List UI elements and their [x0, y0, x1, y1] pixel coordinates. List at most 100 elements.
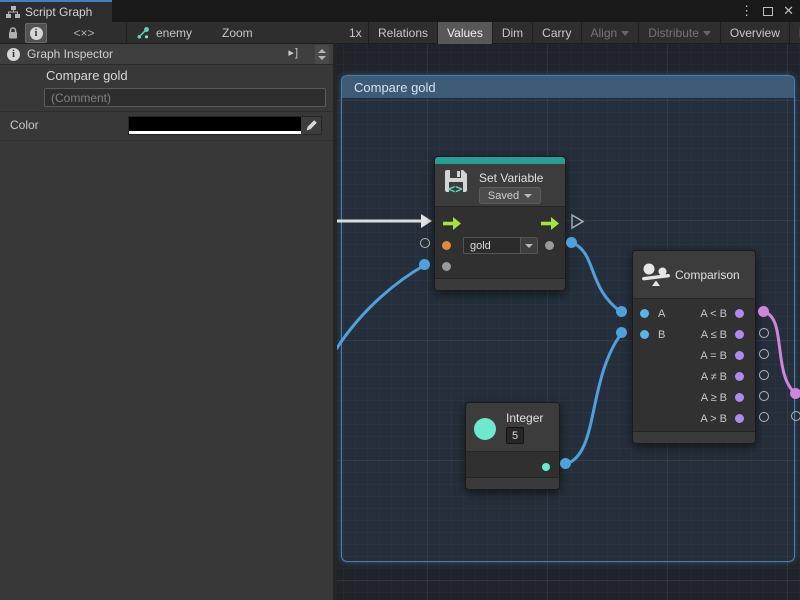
- wire-endpoint[interactable]: [560, 458, 571, 469]
- color-swatch[interactable]: [129, 117, 301, 134]
- input-b-port[interactable]: [640, 330, 649, 339]
- graph-inspector-panel: Graph Inspector ▸] Compare gold Color: [0, 44, 333, 600]
- output-a-eq-b-port[interactable]: [735, 351, 744, 360]
- comparison-row: B A ≤ B: [633, 324, 755, 345]
- wire-endpoint[interactable]: [790, 388, 800, 399]
- flow-in-port[interactable]: [443, 217, 461, 230]
- toolbar-button-relations[interactable]: Relations: [368, 22, 437, 44]
- graph-inspector-title: Graph Inspector: [27, 47, 113, 61]
- unconnected-port-ring[interactable]: [420, 238, 430, 248]
- unconnected-port-ring[interactable]: [759, 391, 769, 401]
- scrub-up-icon[interactable]: [318, 49, 326, 53]
- node-title: Integer: [506, 411, 543, 425]
- integer-icon: [474, 418, 496, 440]
- node-footer: [435, 278, 565, 290]
- chevron-down-icon: [524, 194, 532, 198]
- eyedropper-icon: [305, 119, 318, 132]
- wire-endpoint[interactable]: [566, 237, 577, 248]
- node-comparison[interactable]: Comparison A A < B B A ≤ B A = B: [632, 250, 756, 444]
- code-preview-button[interactable]: <×>: [60, 22, 108, 44]
- input-a-port[interactable]: [640, 309, 649, 318]
- variable-scope-dropdown[interactable]: Saved: [479, 187, 541, 204]
- toolbar-button-dim[interactable]: Dim: [492, 22, 532, 44]
- unconnected-port-ring[interactable]: [759, 412, 769, 422]
- unconnected-port-ring[interactable]: [791, 411, 800, 421]
- script-graph-window: Script Graph ⋮ ✕ <×>: [0, 0, 800, 600]
- window-menu-icon[interactable]: ⋮: [740, 3, 753, 19]
- toolbar-button-carry[interactable]: Carry: [532, 22, 580, 44]
- color-label: Color: [10, 118, 39, 132]
- divider: [0, 140, 333, 141]
- toolbar-button-align[interactable]: Align: [581, 22, 639, 44]
- inspector-toggle-button[interactable]: [25, 23, 47, 43]
- set-variable-header[interactable]: <> Set Variable Saved: [435, 164, 565, 206]
- panel-scrubber[interactable]: [315, 45, 329, 64]
- comparison-row: A A < B: [633, 303, 755, 324]
- graph-reference[interactable]: enemy: [136, 22, 192, 44]
- eyedropper-button[interactable]: [301, 117, 321, 134]
- zoom-value: 1x: [349, 22, 362, 44]
- integer-value-input[interactable]: 5: [506, 427, 524, 444]
- group-title: Compare gold: [354, 80, 436, 95]
- toolbar-button-fullscreen[interactable]: Full Screen: [789, 22, 800, 44]
- wire-endpoint[interactable]: [616, 306, 627, 317]
- node-footer: [633, 431, 755, 443]
- maximize-icon[interactable]: [763, 7, 773, 16]
- color-field[interactable]: [128, 116, 322, 135]
- input-value-port[interactable]: [442, 262, 451, 271]
- comment-input[interactable]: [44, 88, 326, 107]
- dock-icon[interactable]: ▸]: [288, 46, 299, 59]
- name-port[interactable]: [442, 241, 451, 250]
- graph-reference-icon: [136, 26, 150, 40]
- chevron-down-icon: [621, 31, 629, 36]
- comparison-row: A ≠ B: [633, 366, 755, 387]
- toolbar-button-group: Relations Values Dim Carry Align Distrib…: [368, 22, 800, 44]
- variable-kind-strip: [435, 157, 565, 164]
- wire-endpoint[interactable]: [758, 306, 769, 317]
- group-header[interactable]: Compare gold: [342, 76, 794, 98]
- node-integer[interactable]: Integer 5: [465, 402, 560, 490]
- unconnected-port-ring[interactable]: [759, 349, 769, 359]
- info-icon: [30, 27, 43, 40]
- toolbar-separator: [126, 22, 127, 44]
- unconnected-port-ring[interactable]: [759, 328, 769, 338]
- tab-label: Script Graph: [25, 5, 92, 19]
- output-a-lt-b-port[interactable]: [735, 309, 744, 318]
- comparison-row: A = B: [633, 345, 755, 366]
- unconnected-port-ring[interactable]: [759, 370, 769, 380]
- integer-body: [466, 451, 559, 478]
- variable-name-dropdown[interactable]: gold: [463, 237, 538, 254]
- output-a-neq-b-port[interactable]: [735, 372, 744, 381]
- toolbar-button-overview[interactable]: Overview: [720, 22, 789, 44]
- comparison-body: A A < B B A ≤ B A = B A ≠ B: [633, 298, 755, 429]
- output-value-port[interactable]: [545, 241, 554, 250]
- toolbar-button-distribute[interactable]: Distribute: [638, 22, 720, 44]
- graph-canvas[interactable]: Compare gold <> Set Var: [335, 44, 800, 600]
- chevron-down-icon: [520, 238, 537, 253]
- graph-inspector-header: Graph Inspector ▸]: [0, 44, 333, 65]
- wire-endpoint[interactable]: [419, 259, 430, 270]
- output-a-gte-b-port[interactable]: [735, 393, 744, 402]
- tab-bar: Script Graph ⋮ ✕: [0, 0, 800, 22]
- integer-output-port[interactable]: [542, 463, 550, 471]
- node-set-variable[interactable]: <> Set Variable Saved gold: [434, 156, 566, 291]
- panel-divider[interactable]: [333, 44, 337, 600]
- comparison-row: A > B: [633, 408, 755, 429]
- output-a-lte-b-port[interactable]: [735, 330, 744, 339]
- flow-out-port[interactable]: [541, 217, 559, 230]
- tab-script-graph[interactable]: Script Graph: [0, 0, 112, 22]
- toolbar-button-values[interactable]: Values: [437, 22, 492, 44]
- output-a-gt-b-port[interactable]: [735, 414, 744, 423]
- comparison-header[interactable]: Comparison: [633, 251, 755, 298]
- scrub-down-icon[interactable]: [318, 56, 326, 60]
- wire-endpoint[interactable]: [616, 327, 627, 338]
- lock-icon: [7, 26, 19, 40]
- info-icon: [7, 48, 20, 61]
- graph-tab-icon: [6, 6, 20, 18]
- lock-button[interactable]: [2, 22, 24, 44]
- chevron-down-icon: [703, 31, 711, 36]
- close-icon[interactable]: ✕: [783, 3, 794, 19]
- graph-title: Compare gold: [46, 68, 128, 83]
- integer-header[interactable]: Integer 5: [466, 403, 559, 451]
- svg-text:<>: <>: [448, 182, 462, 194]
